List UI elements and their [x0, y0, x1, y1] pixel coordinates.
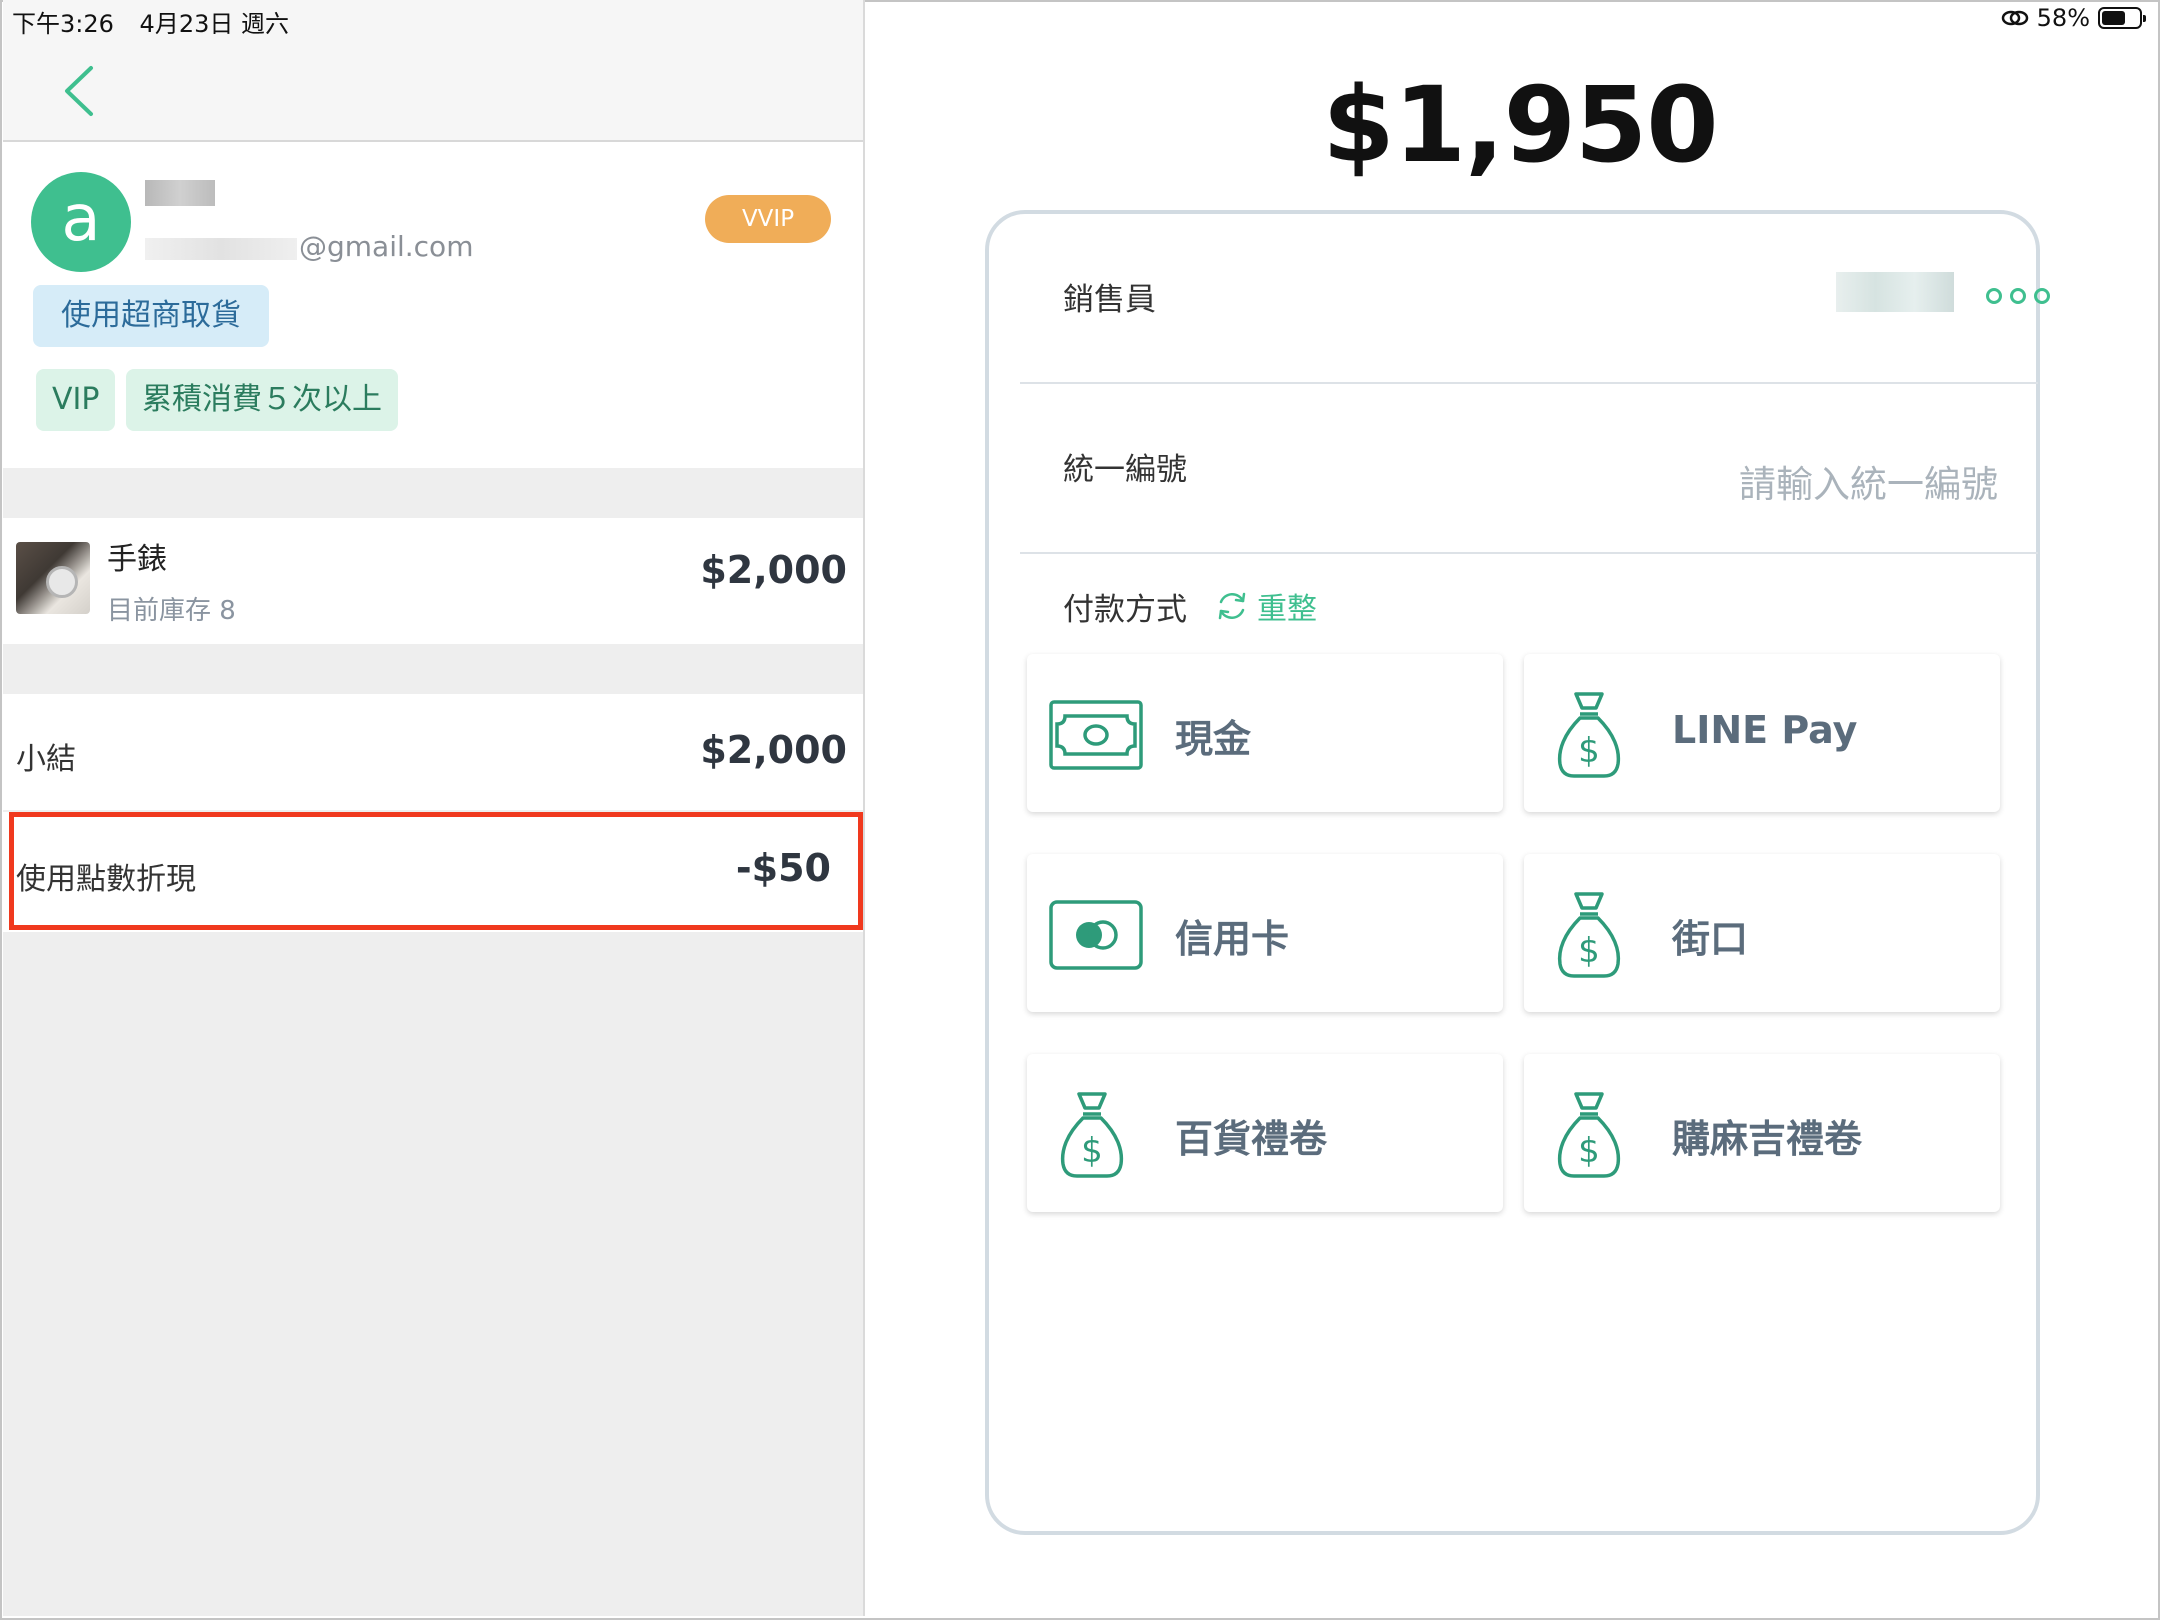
order-total: $1,950: [1322, 64, 1718, 186]
customer-card[interactable]: a @gmail.com VVIP 使用超商取貨 VIP 累積消費５次以上: [3, 142, 863, 468]
money-bag-icon: $: [1060, 1092, 1124, 1178]
battery-percent: 58%: [2036, 4, 2090, 32]
money-bag-icon: $: [1557, 692, 1621, 778]
back-chevron-icon[interactable]: [61, 64, 97, 118]
vip-tag: VIP: [36, 369, 116, 431]
reset-button[interactable]: 重整: [1215, 584, 1317, 628]
tax-id-label: 統一編號: [1063, 452, 1187, 488]
pay-gomaji-voucher-button[interactable]: $ 購麻吉禮卷: [1524, 1054, 2000, 1212]
svg-text:$: $: [1578, 731, 1600, 771]
pay-linepay-button[interactable]: $ LINE Pay: [1524, 654, 2000, 812]
subtotal-row: 小結 $2,000: [3, 694, 863, 810]
status-bar-left: 下午3:26 4月23日 週六: [12, 4, 307, 39]
checkout-card: 銷售員 統一編號 請輸入統一編號 付款方式 重整 現金 $ LINE Pay 信…: [985, 210, 2050, 1535]
money-bag-icon: $: [1557, 1092, 1621, 1178]
tax-id-input[interactable]: 請輸入統一編號: [1739, 454, 1998, 508]
pickup-tag: 使用超商取貨: [33, 285, 269, 347]
item-name: 手錶: [107, 542, 167, 577]
link-icon: [2001, 10, 2028, 26]
salesperson-row[interactable]: 銷售員: [1020, 214, 2050, 384]
cart-item-row[interactable]: 手錶 目前庫存 8 $2,000: [3, 518, 863, 644]
email-redacted: [145, 238, 297, 260]
pay-department-voucher-label: 百貨禮卷: [1175, 1117, 1328, 1161]
subtotal-value: $2,000: [700, 728, 847, 772]
salesperson-redacted: [1836, 272, 1954, 312]
subtotal-label: 小結: [16, 742, 76, 777]
item-stock: 目前庫存 8: [107, 596, 236, 626]
more-icon[interactable]: [1986, 288, 2050, 304]
customer-email: @gmail.com: [299, 230, 474, 263]
payment-method-label: 付款方式: [1063, 592, 1187, 628]
pay-gomaji-voucher-label: 購麻吉禮卷: [1672, 1117, 1863, 1161]
money-bag-icon: $: [1557, 892, 1621, 978]
status-bar-right: 58%: [2001, 4, 2146, 32]
vvip-badge: VVIP: [705, 195, 831, 243]
order-panel: a @gmail.com VVIP 使用超商取貨 VIP 累積消費５次以上 手錶…: [3, 0, 865, 1616]
pay-jkopay-button[interactable]: $ 街口: [1524, 854, 2000, 1012]
svg-text:$: $: [1578, 1131, 1600, 1171]
salesperson-label: 銷售員: [1063, 282, 1156, 318]
avatar: a: [31, 172, 131, 272]
loyal-customer-tag: 累積消費５次以上: [126, 369, 398, 431]
pay-credit-card-label: 信用卡: [1175, 917, 1290, 961]
pay-credit-card-button[interactable]: 信用卡: [1027, 854, 1503, 1012]
reset-label: 重整: [1257, 592, 1317, 627]
customer-name-redacted: [145, 180, 215, 206]
tax-id-row[interactable]: 統一編號 請輸入統一編號: [1020, 384, 2038, 554]
battery-icon: [2098, 7, 2146, 29]
pay-cash-button[interactable]: 現金: [1027, 654, 1503, 812]
cash-icon: [1049, 700, 1143, 770]
credit-card-icon: [1049, 900, 1143, 970]
refresh-icon: [1218, 592, 1246, 620]
pay-department-voucher-button[interactable]: $ 百貨禮卷: [1027, 1054, 1503, 1212]
highlight-box: [9, 812, 863, 930]
pay-linepay-label: LINE Pay: [1672, 708, 1858, 752]
status-date: 4月23日 週六: [139, 10, 289, 38]
svg-text:$: $: [1081, 1131, 1103, 1171]
pay-jkopay-label: 街口: [1672, 917, 1749, 961]
item-price: $2,000: [700, 548, 847, 592]
status-time: 下午3:26: [12, 10, 114, 38]
svg-text:$: $: [1578, 931, 1600, 971]
pay-cash-label: 現金: [1175, 717, 1252, 761]
product-thumbnail: [16, 542, 90, 614]
